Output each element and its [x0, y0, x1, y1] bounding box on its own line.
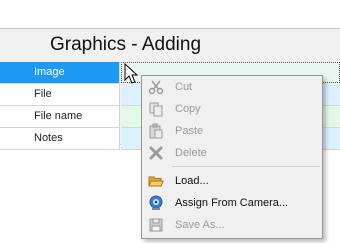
menu-item-label: Load...	[175, 175, 209, 187]
menu-item-delete[interactable]: Delete	[142, 142, 322, 164]
menu-item-assign-from-camera[interactable]: Assign From Camera...	[142, 192, 322, 214]
menu-item-label: Save As...	[175, 219, 225, 231]
scissors-icon	[148, 80, 164, 95]
copy-icon	[149, 102, 163, 117]
webcam-icon	[149, 195, 163, 210]
delete-x-icon	[149, 146, 163, 160]
row-label[interactable]: File	[0, 84, 120, 106]
menu-item-save-as[interactable]: Save As...	[142, 214, 322, 236]
menu-separator	[172, 166, 320, 167]
grid-title: Graphics - Adding	[0, 29, 340, 61]
menu-item-label: Assign From Camera...	[175, 197, 289, 209]
floppy-disk-icon	[149, 218, 163, 232]
menu-item-label: Delete	[175, 147, 207, 159]
mouse-pointer-icon	[124, 63, 139, 84]
grid-title-text: Graphics - Adding	[50, 34, 202, 55]
row-label[interactable]: Image	[0, 62, 120, 84]
menu-item-cut[interactable]: Cut	[142, 76, 322, 98]
folder-open-icon	[148, 176, 164, 187]
menu-item-label: Paste	[175, 125, 204, 137]
row-label[interactable]: File name	[0, 106, 120, 128]
paste-icon	[149, 123, 163, 139]
menu-item-label: Copy	[175, 103, 201, 115]
context-menu: Cut Copy Paste Delete Load... Assign Fro…	[141, 75, 323, 239]
menu-item-load[interactable]: Load...	[142, 170, 322, 192]
row-label[interactable]: Notes	[0, 128, 120, 150]
menu-item-copy[interactable]: Copy	[142, 98, 322, 120]
menu-item-label: Cut	[175, 81, 193, 93]
menu-item-paste[interactable]: Paste	[142, 120, 322, 142]
